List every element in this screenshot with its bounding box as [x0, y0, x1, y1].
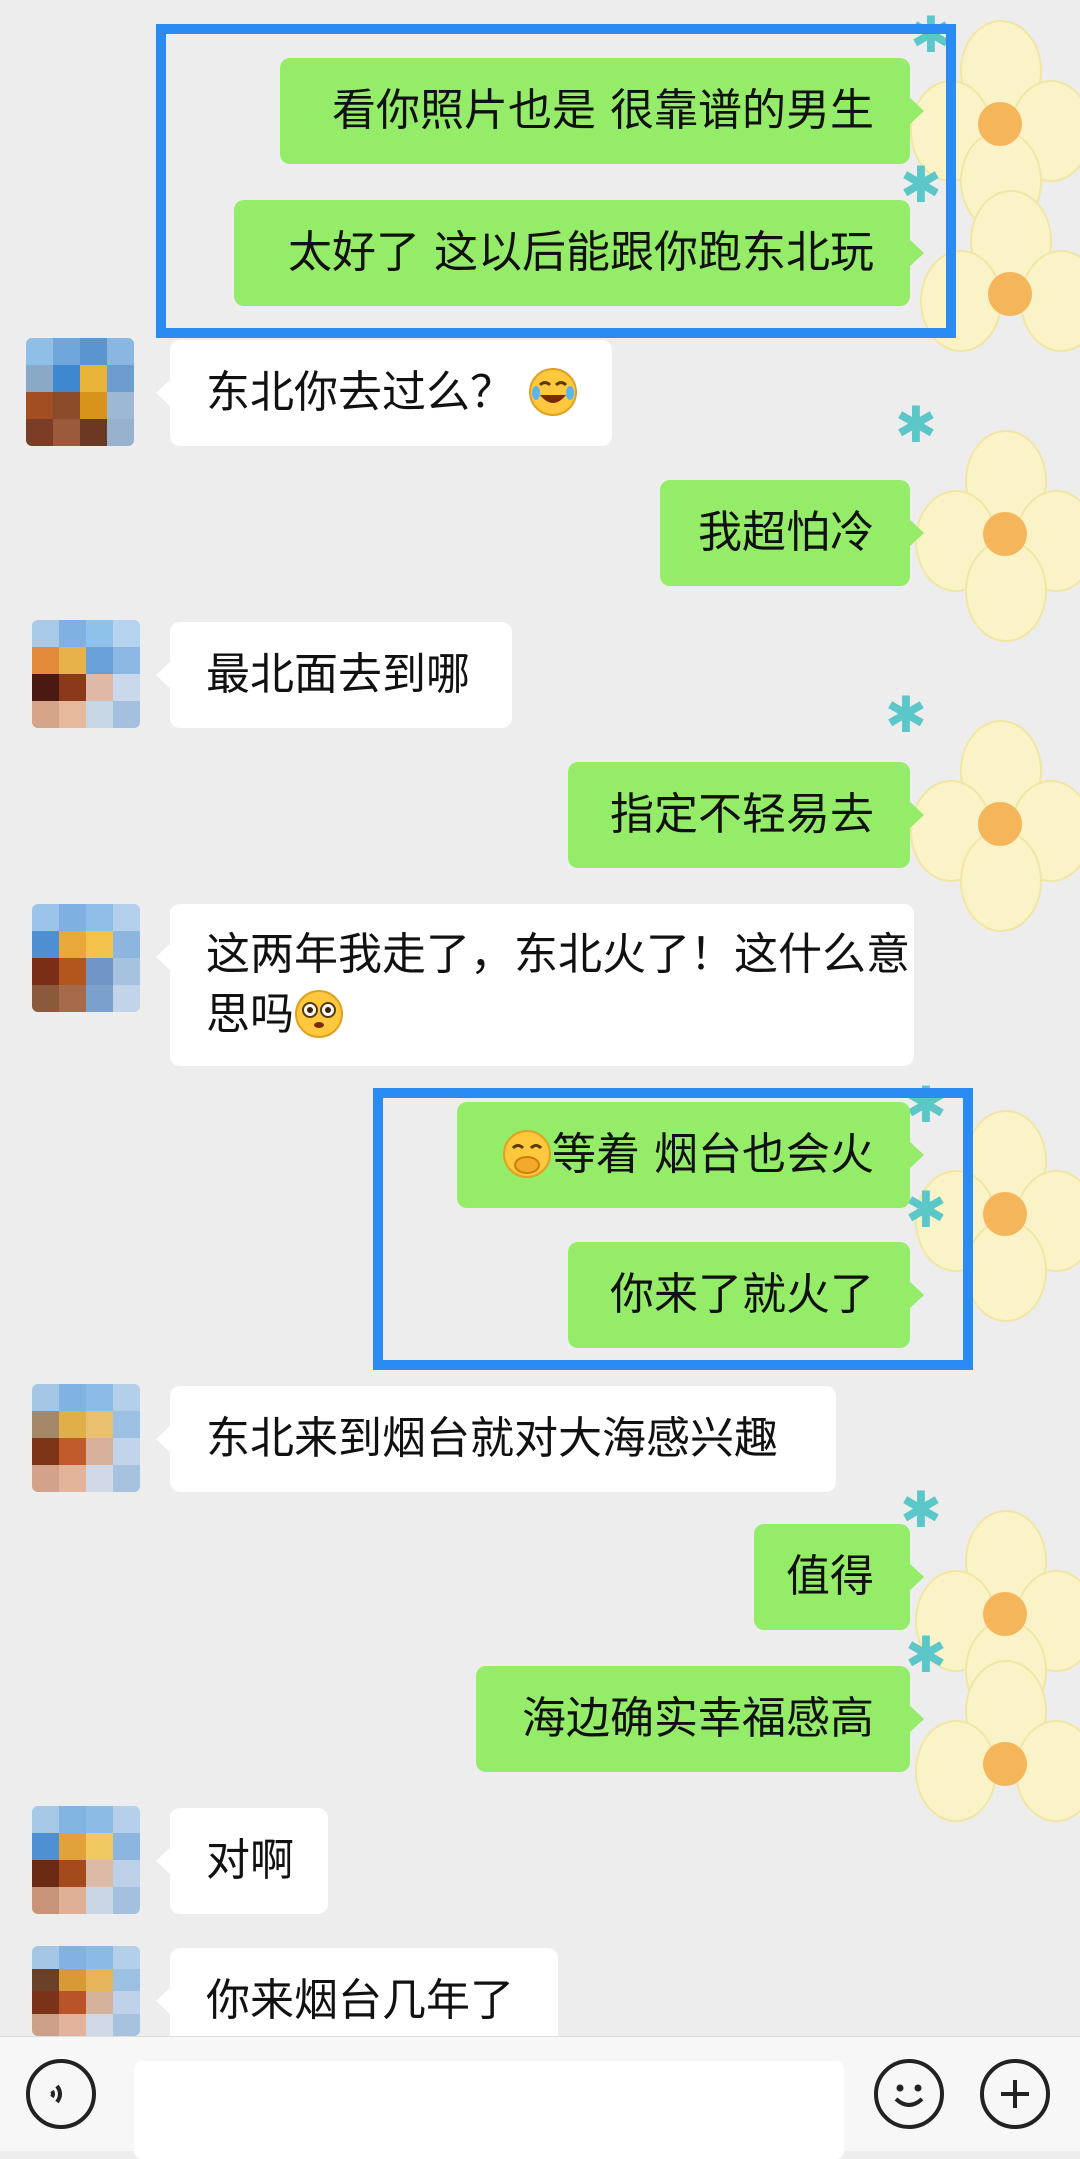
voice-button[interactable]	[26, 2059, 96, 2129]
message-bubble-sent[interactable]: 我超怕冷	[660, 480, 924, 586]
flower-decoration	[915, 430, 1080, 642]
message-bubble-received[interactable]: 东北你去过么？	[156, 340, 612, 446]
flower-decoration	[915, 1660, 1080, 1860]
avatar[interactable]	[32, 904, 140, 1012]
voice-icon	[50, 2084, 62, 2104]
avatar[interactable]	[32, 1946, 140, 2036]
star-decoration: ✱	[885, 686, 927, 744]
hand-over-mouth-emoji-icon	[503, 1130, 551, 1178]
message-bubble-received[interactable]: 对啊	[156, 1808, 328, 1914]
plus-icon	[1001, 2080, 1029, 2108]
message-bubble-sent[interactable]: 看你照片也是 很靠谱的男生	[280, 58, 924, 164]
avatar[interactable]	[26, 338, 134, 446]
message-input[interactable]	[134, 2061, 844, 2159]
message-text: 东北你去过么？	[206, 367, 514, 418]
message-bubble-received[interactable]: 东北来到烟台就对大海感兴趣	[156, 1386, 836, 1492]
star-decoration: ✱	[905, 1626, 947, 1684]
avatar[interactable]	[32, 1806, 140, 1914]
flushed-emoji-icon	[295, 990, 343, 1038]
message-bubble-sent[interactable]: 海边确实幸福感高	[476, 1666, 924, 1772]
more-button[interactable]	[980, 2059, 1050, 2129]
avatar[interactable]	[32, 1384, 140, 1492]
message-bubble-received[interactable]: 这两年我走了，东北火了！这什么意思吗	[156, 904, 914, 1066]
message-text: 等着 烟台也会火	[552, 1129, 874, 1180]
message-bubble-sent[interactable]: 指定不轻易去	[568, 762, 924, 868]
emoji-button[interactable]	[874, 2059, 944, 2129]
flower-decoration	[910, 720, 1080, 932]
message-bubble-received[interactable]: 最北面去到哪	[156, 622, 512, 728]
star-decoration: ✱	[895, 396, 937, 454]
emoji-icon	[894, 2084, 924, 2107]
message-bubble-sent[interactable]: 太好了 这以后能跟你跑东北玩	[234, 200, 924, 306]
avatar[interactable]	[32, 620, 140, 728]
message-bubble-sent[interactable]: 值得	[754, 1524, 924, 1630]
input-bar	[0, 2036, 1080, 2159]
message-bubble-sent[interactable]: 你来了就火了	[568, 1242, 924, 1348]
laughing-crying-emoji-icon	[529, 368, 577, 416]
message-bubble-sent[interactable]: 等着 烟台也会火	[457, 1102, 924, 1208]
